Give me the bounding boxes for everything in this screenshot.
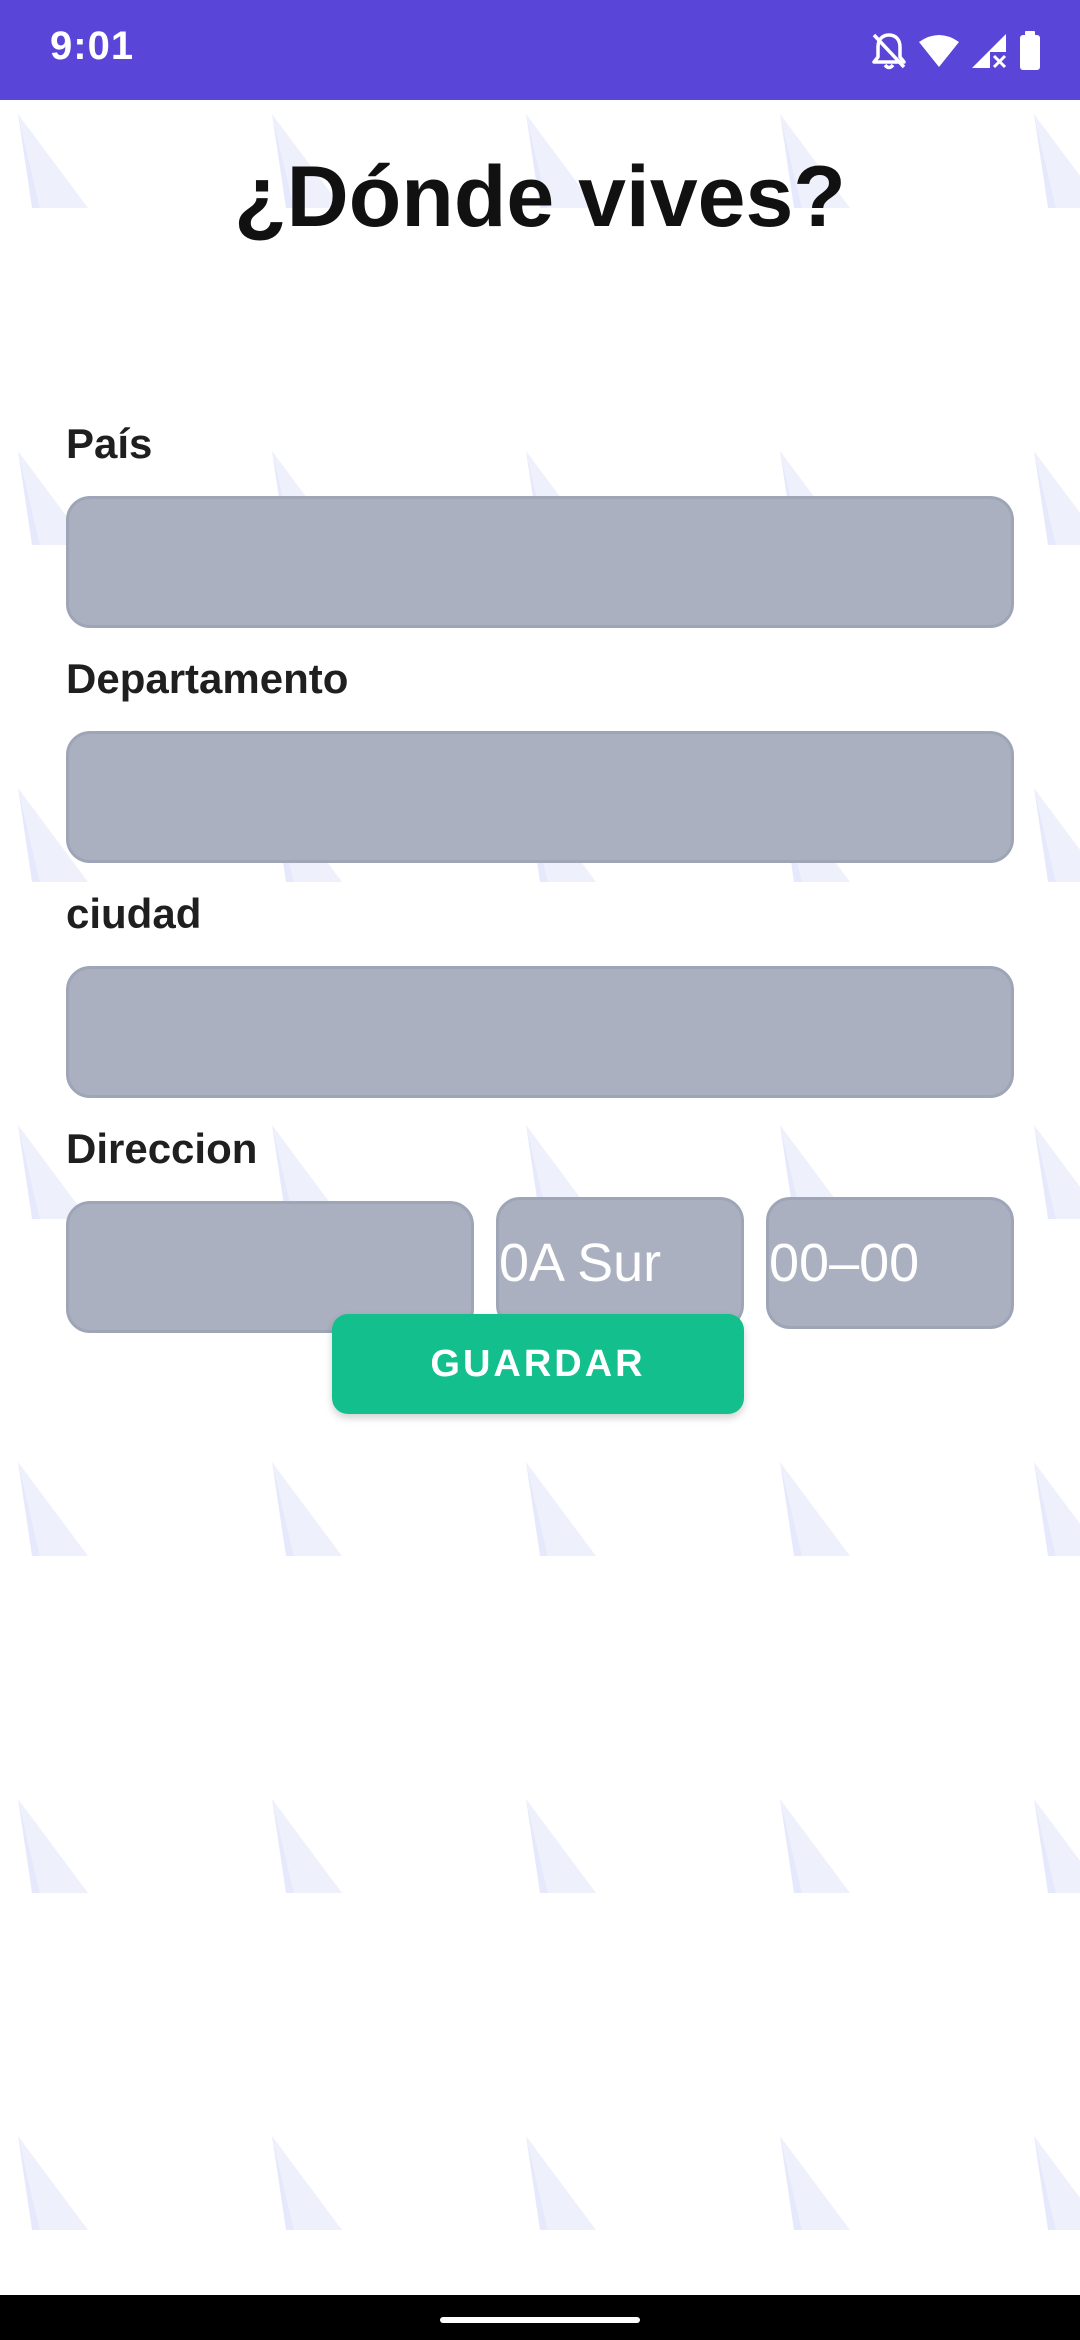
screen: 9:01 ¿Dónde vives? País Departamento ciu… [0, 0, 1080, 2340]
departamento-input[interactable] [66, 731, 1014, 863]
battery-icon [1018, 31, 1042, 71]
save-button[interactable]: GUARDAR [332, 1314, 744, 1414]
navigation-bar [0, 2295, 1080, 2340]
ciudad-label: ciudad [66, 890, 202, 937]
status-time: 9:01 [50, 24, 135, 68]
ciudad-input[interactable] [66, 966, 1014, 1098]
status-bar: 9:01 [0, 0, 1080, 100]
direccion-number-input[interactable] [496, 1197, 744, 1329]
departamento-label: Departamento [66, 655, 349, 702]
home-indicator[interactable] [440, 2317, 640, 2323]
signal-no-data-icon [970, 32, 1008, 70]
wifi-icon [918, 34, 960, 68]
direccion-label: Direccion [66, 1125, 258, 1172]
bell-off-icon [870, 31, 908, 71]
page-title: ¿Dónde vives? [234, 149, 846, 245]
pais-label: País [66, 420, 153, 467]
status-icons [870, 28, 1042, 74]
direccion-plate-input[interactable] [766, 1197, 1014, 1329]
pais-input[interactable] [66, 496, 1014, 628]
